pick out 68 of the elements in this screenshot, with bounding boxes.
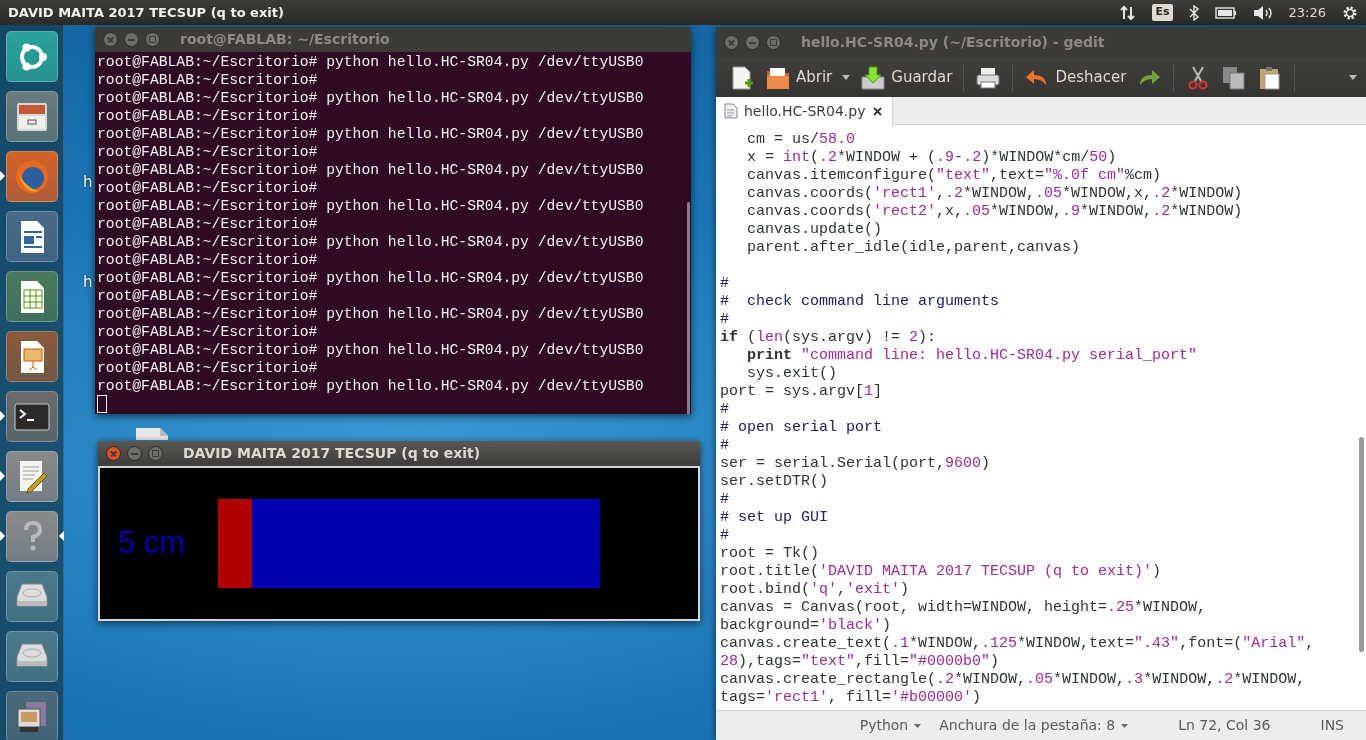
terminal-line: root@FABLAB:~/Escritorio# python hello.HC-SR04.py /dev/ttyUSB0 xyxy=(97,89,645,107)
code-line: # open serial port xyxy=(720,419,884,437)
desktop-icon-label[interactable]: h xyxy=(83,173,93,191)
terminal-line: root@FABLAB:~/Escritorio# xyxy=(97,179,319,197)
terminal-line: root@FABLAB:~/Escritorio# python hello.HC-SR04.py /dev/ttyUSB0 xyxy=(97,161,645,179)
terminal-line: root@FABLAB:~/Escritorio# xyxy=(97,107,319,125)
clock[interactable]: 23:26 xyxy=(1288,2,1326,23)
tab-label: hello.HC-SR04.py xyxy=(744,101,866,121)
language-dropdown[interactable]: Python xyxy=(859,715,922,736)
tab-width-dropdown[interactable]: Anchura de la pestaña: 8 xyxy=(939,715,1129,736)
insert-mode: INS xyxy=(1320,716,1344,735)
terminal-line: root@FABLAB:~/Escritorio# python hello.HC-SR04.py /dev/ttyUSB0 xyxy=(97,233,645,251)
terminal-line: root@FABLAB:~/Escritorio# python hello.HC-SR04.py /dev/ttyUSB0 xyxy=(97,377,645,395)
code-line: # xyxy=(720,311,730,329)
code-line: # xyxy=(720,401,730,419)
keyboard-indicator[interactable]: Es xyxy=(1152,4,1173,21)
code-line: root.title('DAVID MAITA 2017 TECSUP (q to exit)') xyxy=(720,563,1163,581)
terminal-line: root@FABLAB:~/Escritorio# xyxy=(97,287,319,305)
terminal-line: root@FABLAB:~/Escritorio# xyxy=(97,143,319,161)
code-line: canvas.coords('rect1',.2*WINDOW,.05*WINDOW,x,.2*WINDOW) xyxy=(746,185,1244,203)
terminal-line: root@FABLAB:~/Escritorio# python hello.HC-SR04.py /dev/ttyUSB0 xyxy=(97,269,645,287)
undo-button[interactable]: Deshacer xyxy=(1021,62,1130,93)
window-title: hello.HC-SR04.py (~/Escritorio) - gedit xyxy=(801,33,1105,52)
desktop-icon-label[interactable]: h xyxy=(83,273,93,291)
code-line: port = sys.argv[1] xyxy=(720,383,884,401)
code-line: tags='rect1', fill='#b00000') xyxy=(720,689,983,707)
code-line: canvas.coords('rect2',x,.05*WINDOW,.9*WINDOW,.2*WINDOW) xyxy=(746,203,1244,221)
code-line: canvas.itemconfigure("text",text="%.0f cm"%cm) xyxy=(746,167,1163,185)
code-line: x = int(.2*WINDOW + (.9-.2)*WINDOW*cm/50) xyxy=(746,149,1118,167)
terminal-line: root@FABLAB:~/Escritorio# xyxy=(97,359,319,377)
code-line: ser = serial.Serial(port,9600) xyxy=(720,455,992,473)
code-line: sys.exit() xyxy=(746,365,839,383)
window-title: DAVID MAITA 2017 TECSUP (q to exit) xyxy=(183,444,481,463)
terminal-line: root@FABLAB:~/Escritorio# xyxy=(97,323,319,341)
code-line: 28),tags="text",fill="#0000b0") xyxy=(720,653,1001,671)
code-line: print "command line: hello.HC-SR04.py serial_port" xyxy=(746,347,1199,365)
code-line: parent.after_idle(idle,parent,canvas) xyxy=(746,239,1082,257)
code-line: root = Tk() xyxy=(720,545,821,563)
code-line: # xyxy=(720,491,730,509)
terminal-line: root@FABLAB:~/Escritorio# python hello.HC-SR04.py /dev/ttyUSB0 xyxy=(97,305,645,323)
code-line: cm = us/58.0 xyxy=(746,131,857,149)
code-line: root.bind('q','exit') xyxy=(720,581,911,599)
code-line: if (len(sys.argv) != 2): xyxy=(720,329,938,347)
code-line: canvas.update() xyxy=(746,221,884,239)
cursor-position: Ln 72, Col 36 xyxy=(1178,716,1271,735)
code-line: canvas.create_rectangle(.2*WINDOW,.05*WINDOW,.3*WINDOW,.2*WINDOW, xyxy=(720,671,1307,689)
terminal-line: root@FABLAB:~/Escritorio# xyxy=(97,71,319,89)
code-line: canvas = Canvas(root, width=WINDOW, height=.25*WINDOW, xyxy=(720,599,1208,617)
open-button[interactable]: Abrir xyxy=(762,62,836,93)
code-line: # check command line arguments xyxy=(720,293,1001,311)
terminal-line: root@FABLAB:~/Escritorio# xyxy=(97,251,319,269)
distance-reading: 5 cm xyxy=(118,524,187,563)
code-line: # set up GUI xyxy=(720,509,830,527)
terminal-line: root@FABLAB:~/Escritorio# python hello.HC-SR04.py /dev/ttyUSB0 xyxy=(97,197,645,215)
window-title: DAVID MAITA 2017 TECSUP (q to exit) xyxy=(8,3,284,22)
code-line: # xyxy=(720,527,730,545)
file-tab[interactable]: hello.HC-SR04.py xyxy=(716,97,894,125)
terminal-line: root@FABLAB:~/Escritorio# xyxy=(97,215,319,233)
code-line: background='black') xyxy=(720,617,893,635)
code-line: # xyxy=(720,275,730,293)
window-title: root@FABLAB: ~/Escritorio xyxy=(180,30,390,49)
terminal-line: root@FABLAB:~/Escritorio# python hello.HC-SR04.py /dev/ttyUSB0 xyxy=(97,341,645,359)
terminal-line: root@FABLAB:~/Escritorio# python hello.HC-SR04.py /dev/ttyUSB0 xyxy=(97,53,645,71)
save-button[interactable]: Guardar xyxy=(857,62,956,93)
code-line: ser.setDTR() xyxy=(720,473,830,491)
code-line: # xyxy=(720,437,730,455)
code-line: canvas.create_text(.1*WINDOW,.125*WINDOW,text=".43",font=("Arial", xyxy=(720,635,1316,653)
terminal-line: root@FABLAB:~/Escritorio# python hello.HC-SR04.py /dev/ttyUSB0 xyxy=(97,125,645,143)
